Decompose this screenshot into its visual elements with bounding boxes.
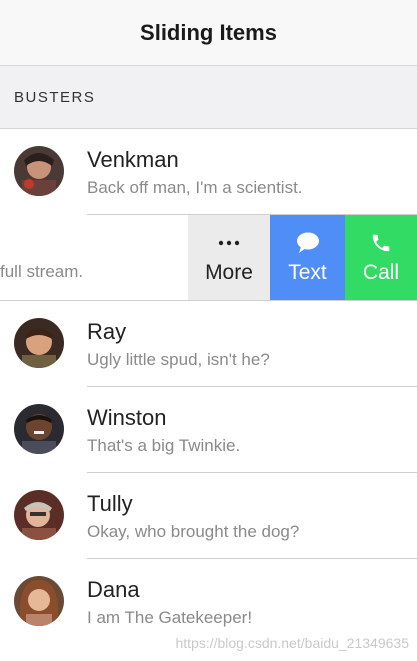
item-name: Venkman bbox=[87, 147, 179, 172]
watermark: https://blog.csdn.net/baidu_21349635 bbox=[175, 635, 409, 651]
sliding-item[interactable]: full stream. More Text Call bbox=[0, 215, 417, 301]
avatar bbox=[14, 146, 64, 196]
avatar bbox=[14, 576, 64, 626]
list-item[interactable]: Winston That's a big Twinkie. bbox=[0, 387, 417, 473]
avatar bbox=[14, 490, 64, 540]
list-item[interactable]: Ray Ugly little spud, isn't he? bbox=[0, 301, 417, 387]
more-option-label: More bbox=[205, 261, 253, 284]
list-item[interactable]: Dana I am The Gatekeeper! bbox=[0, 559, 417, 645]
list-item[interactable]: Venkman Back off man, I'm a scientist. bbox=[0, 129, 417, 215]
avatar bbox=[14, 404, 64, 454]
item-message: Back off man, I'm a scientist. bbox=[87, 178, 303, 197]
chat-bubble-icon bbox=[296, 231, 320, 255]
list-item[interactable]: Tully Okay, who brought the dog? bbox=[0, 473, 417, 559]
item-name: Winston bbox=[87, 405, 167, 430]
text-option-button[interactable]: Text bbox=[270, 215, 345, 301]
item-name: Ray bbox=[87, 319, 127, 344]
phone-icon bbox=[370, 231, 392, 255]
item-name: Tully bbox=[87, 491, 133, 516]
toolbar: Sliding Items bbox=[0, 0, 417, 66]
more-option-button[interactable]: More bbox=[188, 215, 270, 301]
item-message: I am The Gatekeeper! bbox=[87, 608, 253, 627]
page-title: Sliding Items bbox=[140, 19, 277, 45]
avatar bbox=[14, 318, 64, 368]
item-name: Dana bbox=[87, 577, 140, 602]
text-option-label: Text bbox=[288, 261, 327, 284]
list-header-label: BUSTERS bbox=[14, 88, 96, 106]
call-option-button[interactable]: Call bbox=[345, 215, 417, 301]
item-message: Ugly little spud, isn't he? bbox=[87, 350, 270, 369]
item-message: That's a big Twinkie. bbox=[87, 436, 241, 455]
more-icon bbox=[218, 231, 240, 255]
call-option-label: Call bbox=[362, 261, 400, 284]
item-message: full stream. bbox=[0, 262, 84, 281]
list-header: BUSTERS bbox=[0, 66, 417, 129]
item-message: Okay, who brought the dog? bbox=[87, 522, 300, 541]
